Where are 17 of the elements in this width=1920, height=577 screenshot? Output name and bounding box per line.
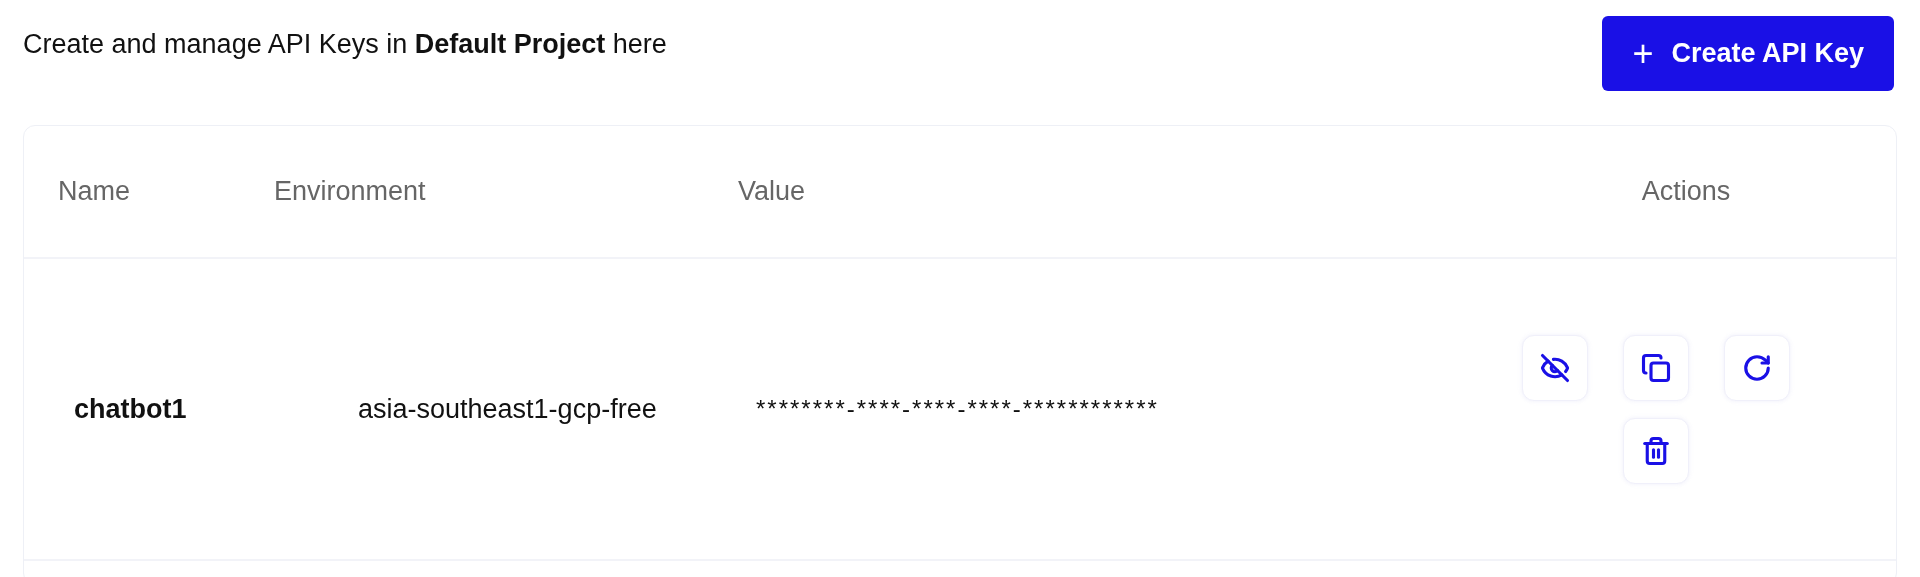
hide-button[interactable] (1522, 334, 1588, 401)
column-header: Value (738, 176, 806, 207)
trash-icon (1641, 435, 1671, 466)
column-header: Actions (1641, 176, 1731, 207)
refresh-icon (1742, 352, 1772, 383)
delete-button[interactable] (1623, 417, 1689, 484)
key-name: chatbot1 (74, 393, 187, 424)
column-header: Environment (274, 176, 426, 207)
eye-off-icon (1540, 352, 1570, 383)
key-value: ********-****-****-****-************ (756, 394, 1160, 424)
column-header: Name (58, 176, 131, 207)
copy-button[interactable] (1623, 334, 1689, 401)
create-api-key-button[interactable]: + Create API Key (1602, 16, 1894, 91)
regenerate-button[interactable] (1724, 334, 1790, 401)
environment-cell-text: asia-southeast1-gcp-free (358, 393, 658, 426)
copy-icon (1641, 352, 1671, 383)
intro-text: Create and manage API Keys in Default Project here (23, 28, 667, 61)
